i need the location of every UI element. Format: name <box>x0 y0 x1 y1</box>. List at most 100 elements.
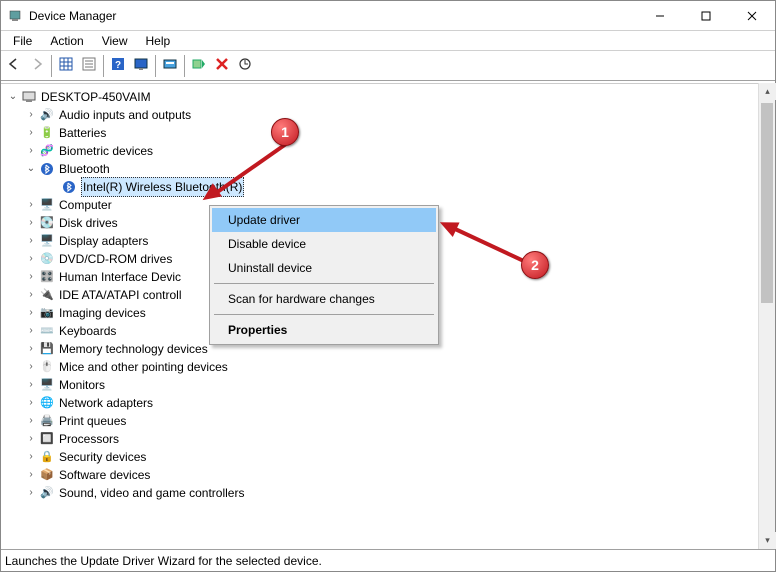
toolbar-separator <box>184 55 185 77</box>
annotation-marker-2: 2 <box>521 251 549 279</box>
forward-icon <box>30 57 44 74</box>
menubar: File Action View Help <box>1 31 775 51</box>
chevron-right-icon[interactable]: › <box>23 412 39 430</box>
ctx-properties[interactable]: Properties <box>212 318 436 342</box>
ctx-uninstall-device[interactable]: Uninstall device <box>212 256 436 280</box>
bluetooth-icon <box>39 161 55 177</box>
chevron-down-icon[interactable]: ⌄ <box>23 160 39 178</box>
maximize-button[interactable] <box>683 1 729 31</box>
bluetooth-icon <box>61 179 77 195</box>
chevron-right-icon[interactable]: › <box>23 448 39 466</box>
ide-icon: 🔌 <box>39 287 55 303</box>
printer-icon: 🖨️ <box>39 413 55 429</box>
tree-category[interactable]: › 🖥️ Monitors <box>1 376 775 394</box>
chevron-right-icon[interactable]: › <box>23 106 39 124</box>
show-hidden-button[interactable] <box>55 55 77 77</box>
tree-root-label: DESKTOP-450VAIM <box>41 88 151 106</box>
chevron-right-icon[interactable]: › <box>23 394 39 412</box>
chevron-down-icon[interactable]: ⌄ <box>5 88 21 106</box>
annotation-marker-1: 1 <box>271 118 299 146</box>
network-icon: 🌐 <box>39 395 55 411</box>
ctx-separator <box>214 283 434 284</box>
chevron-right-icon[interactable]: › <box>23 376 39 394</box>
tree-root[interactable]: ⌄ DESKTOP-450VAIM <box>1 88 775 106</box>
battery-icon: 🔋 <box>39 125 55 141</box>
chevron-right-icon[interactable]: › <box>23 232 39 250</box>
chevron-right-icon[interactable]: › <box>23 124 39 142</box>
chevron-right-icon[interactable]: › <box>23 430 39 448</box>
toolbar-separator <box>51 55 52 77</box>
close-button[interactable] <box>729 1 775 31</box>
chevron-right-icon[interactable]: › <box>23 484 39 502</box>
svg-text:?: ? <box>115 60 121 71</box>
tree-category[interactable]: › 📦 Software devices <box>1 466 775 484</box>
tree-category[interactable]: › 🔋 Batteries <box>1 124 775 142</box>
disk-icon: 💽 <box>39 215 55 231</box>
chevron-right-icon[interactable]: › <box>23 250 39 268</box>
back-icon <box>7 57 21 74</box>
tree-category[interactable]: › 🧬 Biometric devices <box>1 142 775 160</box>
chevron-right-icon[interactable]: › <box>23 286 39 304</box>
imaging-icon: 📷 <box>39 305 55 321</box>
scroll-up-icon[interactable]: ▴ <box>759 83 776 100</box>
help-icon: ? <box>111 57 125 74</box>
ctx-separator <box>214 314 434 315</box>
toolbar: ? <box>1 51 775 81</box>
context-menu: Update driver Disable device Uninstall d… <box>209 205 439 345</box>
audio-icon: 🔊 <box>39 107 55 123</box>
keyboard-icon: ⌨️ <box>39 323 55 339</box>
scroll-thumb[interactable] <box>761 103 773 303</box>
chevron-right-icon[interactable]: › <box>23 142 39 160</box>
view-button[interactable] <box>130 55 152 77</box>
tree-category[interactable]: › 🌐 Network adapters <box>1 394 775 412</box>
scan-hardware-button[interactable] <box>234 55 256 77</box>
ctx-update-driver[interactable]: Update driver <box>212 208 436 232</box>
monitor-icon: 🖥️ <box>39 377 55 393</box>
forward-button[interactable] <box>26 55 48 77</box>
menu-view[interactable]: View <box>94 32 136 50</box>
sound-icon: 🔊 <box>39 485 55 501</box>
chevron-right-icon[interactable]: › <box>23 340 39 358</box>
properties-button[interactable] <box>78 55 100 77</box>
ctx-disable-device[interactable]: Disable device <box>212 232 436 256</box>
help-button[interactable]: ? <box>107 55 129 77</box>
tree-category[interactable]: › 🔊 Audio inputs and outputs <box>1 106 775 124</box>
chevron-right-icon[interactable]: › <box>23 304 39 322</box>
chevron-right-icon[interactable]: › <box>23 322 39 340</box>
menu-help[interactable]: Help <box>138 32 179 50</box>
tree-category-bluetooth[interactable]: ⌄ Bluetooth <box>1 160 775 178</box>
tree-category[interactable]: › 🖨️ Print queues <box>1 412 775 430</box>
chevron-right-icon[interactable]: › <box>23 466 39 484</box>
app-icon <box>7 8 23 24</box>
chevron-right-icon[interactable]: › <box>23 268 39 286</box>
update-driver-icon <box>163 57 177 74</box>
tree-category[interactable]: › 🔲 Processors <box>1 430 775 448</box>
update-driver-button[interactable] <box>159 55 181 77</box>
scroll-down-icon[interactable]: ▾ <box>759 532 776 549</box>
tree-category[interactable]: › 🖱️ Mice and other pointing devices <box>1 358 775 376</box>
ctx-scan-hardware[interactable]: Scan for hardware changes <box>212 287 436 311</box>
scan-icon <box>238 57 252 74</box>
properties-icon <box>82 57 96 74</box>
vertical-scrollbar[interactable]: ▴ ▾ <box>758 83 775 549</box>
security-icon: 🔒 <box>39 449 55 465</box>
enable-icon <box>192 57 206 74</box>
view-icon <box>134 57 148 74</box>
tree-category[interactable]: › 🔊 Sound, video and game controllers <box>1 484 775 502</box>
biometric-icon: 🧬 <box>39 143 55 159</box>
computer-icon: 🖥️ <box>39 197 55 213</box>
uninstall-button[interactable] <box>211 55 233 77</box>
tree-device-selected[interactable]: Intel(R) Wireless Bluetooth(R) <box>1 178 775 196</box>
tree-category[interactable]: › 🔒 Security devices <box>1 448 775 466</box>
menu-file[interactable]: File <box>5 32 40 50</box>
toolbar-separator <box>155 55 156 77</box>
chevron-right-icon[interactable]: › <box>23 196 39 214</box>
chevron-right-icon[interactable]: › <box>23 358 39 376</box>
back-button[interactable] <box>3 55 25 77</box>
menu-action[interactable]: Action <box>42 32 91 50</box>
dvd-icon: 💿 <box>39 251 55 267</box>
chevron-right-icon[interactable]: › <box>23 214 39 232</box>
enable-device-button[interactable] <box>188 55 210 77</box>
minimize-button[interactable] <box>637 1 683 31</box>
toolbar-separator <box>103 55 104 77</box>
